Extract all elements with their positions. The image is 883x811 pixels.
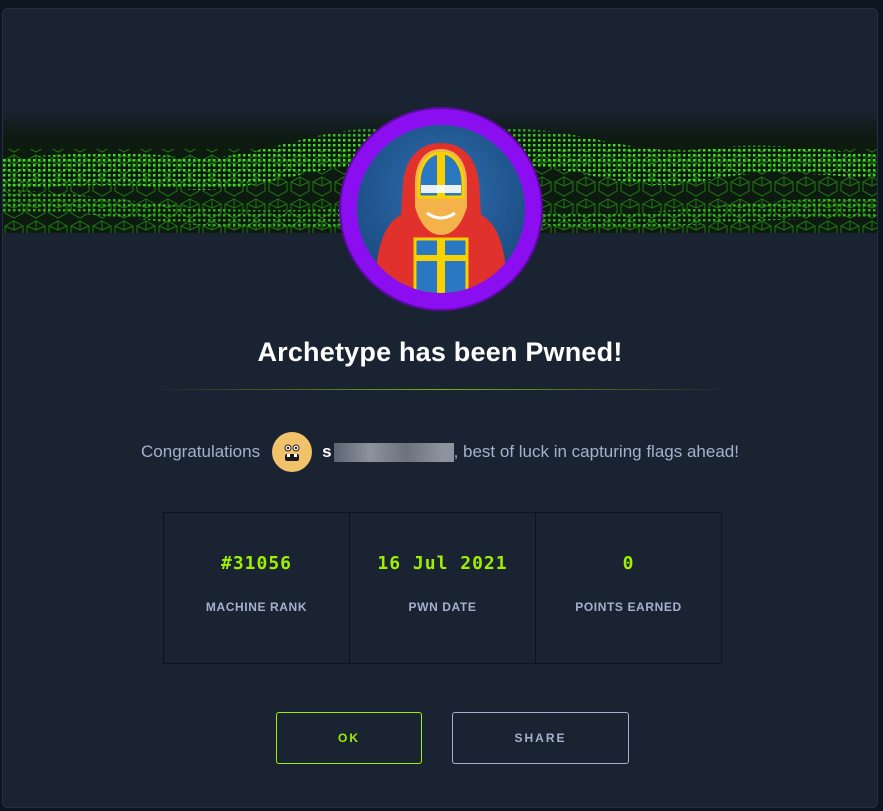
stat-machine-rank: #31056 MACHINE RANK [164,513,350,663]
stat-value: 0 [622,553,635,574]
stat-label: MACHINE RANK [205,600,308,614]
stats-panel: #31056 MACHINE RANK 16 Jul 2021 PWN DATE… [163,512,722,664]
title-divider [151,389,736,390]
stat-pwn-date: 16 Jul 2021 PWN DATE [350,513,536,663]
congrats-suffix: , best of luck in capturing flags ahead! [453,442,739,461]
stat-points-earned: 0 POINTS EARNED [536,513,721,663]
user-avatar-icon [284,444,300,461]
pwned-dialog: Archetype has been Pwned! Congratulation… [2,8,878,808]
ok-button[interactable]: OK [276,712,422,764]
user-avatar [272,432,313,472]
username: s [322,442,332,461]
machine-avatar [341,109,541,309]
stat-value: 16 Jul 2021 [377,553,508,574]
congrats-prefix: Congratulations [141,442,261,461]
congrats-message: Congratulations s , best of luck in capt… [3,432,877,472]
stat-value: #31056 [220,553,293,574]
archetype-machine-icon [357,125,525,293]
redacted-username [333,442,454,462]
stat-label: POINTS EARNED [575,600,682,614]
stat-label: PWN DATE [408,600,477,614]
dialog-title: Archetype has been Pwned! [257,337,623,367]
share-button[interactable]: SHARE [452,712,629,764]
